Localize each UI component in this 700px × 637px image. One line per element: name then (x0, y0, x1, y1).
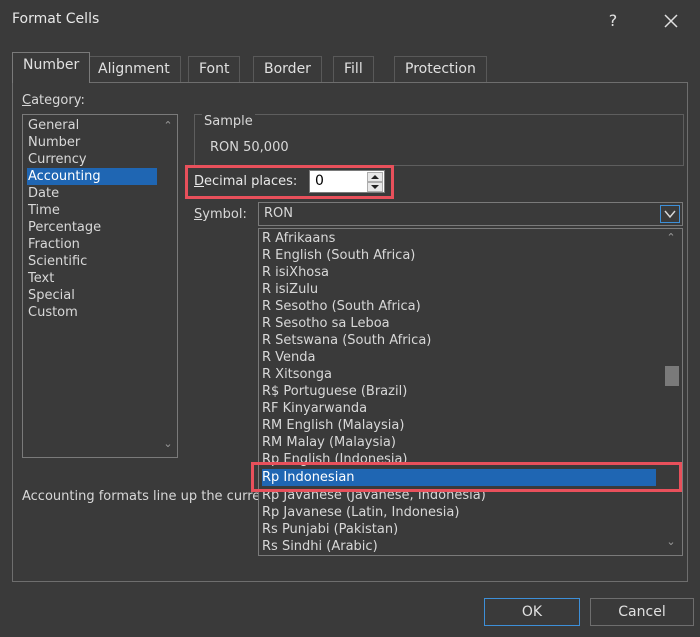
symbol-option[interactable]: RF Kinyarwanda (262, 400, 656, 417)
symbol-option[interactable]: Rs Punjabi (Pakistan) (262, 521, 656, 538)
symbol-option[interactable]: Rp Javanese (Latin, Indonesia) (262, 504, 656, 521)
category-item-currency[interactable]: Currency (27, 151, 157, 168)
symbol-option[interactable]: R Sesotho (South Africa) (262, 298, 656, 315)
chevron-down-icon (664, 210, 676, 219)
tab-alignment[interactable]: Alignment (87, 56, 181, 82)
category-item-percentage[interactable]: Percentage (27, 219, 157, 236)
tab-fill[interactable]: Fill (333, 56, 374, 82)
symbol-option[interactable]: R Sesotho sa Leboa (262, 315, 656, 332)
category-item-date[interactable]: Date (27, 185, 157, 202)
sample-value: RON 50,000 (210, 140, 289, 155)
decimal-places-value[interactable]: 0 (315, 173, 324, 189)
scroll-up-icon[interactable]: ⌃ (159, 119, 177, 132)
selected-symbol-highlight (251, 462, 682, 492)
spin-down-button[interactable] (367, 182, 383, 192)
symbol-option[interactable]: R$ Portuguese (Brazil) (262, 383, 656, 400)
tab-number[interactable]: Number (12, 52, 91, 83)
symbol-option[interactable]: R Xitsonga (262, 366, 656, 383)
scroll-thumb[interactable] (665, 366, 679, 386)
scroll-up-icon[interactable]: ⌃ (662, 231, 680, 244)
symbol-dropdown-list[interactable]: R Afrikaans R English (South Africa) R i… (258, 228, 683, 556)
symbol-dropdown-button[interactable] (660, 205, 680, 223)
symbol-label: Symbol: (194, 207, 247, 222)
symbol-option[interactable]: RM English (Malaysia) (262, 417, 656, 434)
decimal-places-stepper[interactable]: 0 (309, 170, 385, 193)
category-item-accounting[interactable]: Accounting (27, 168, 157, 185)
scroll-down-icon[interactable]: ⌄ (662, 535, 680, 548)
spin-up-button[interactable] (367, 172, 383, 182)
symbol-combobox[interactable]: RON (258, 202, 683, 226)
category-list[interactable]: General Number Currency Accounting Date … (22, 114, 178, 458)
format-cells-dialog: Format Cells ? Number Alignment Font Bor… (0, 0, 700, 637)
tab-font[interactable]: Font (188, 56, 241, 82)
format-description: Accounting formats line up the currency … (22, 489, 258, 504)
triangle-down-icon (371, 185, 379, 189)
cancel-button[interactable]: Cancel (590, 598, 694, 626)
scroll-down-icon[interactable]: ⌄ (159, 437, 177, 450)
window-title: Format Cells (12, 11, 100, 27)
symbol-option[interactable]: R Venda (262, 349, 656, 366)
category-item-fraction[interactable]: Fraction (27, 236, 157, 253)
tab-border[interactable]: Border (253, 56, 322, 82)
category-item-general[interactable]: General (27, 117, 157, 134)
symbol-value: RON (264, 206, 293, 221)
title-bar: Format Cells ? (0, 0, 700, 42)
close-icon (664, 14, 678, 28)
category-item-scientific[interactable]: Scientific (27, 253, 157, 270)
symbol-option[interactable]: RM Malay (Malaysia) (262, 434, 656, 451)
category-scrollbar[interactable]: ⌃ ⌄ (159, 115, 177, 457)
category-item-number[interactable]: Number (27, 134, 157, 151)
symbol-option[interactable]: R isiZulu (262, 281, 656, 298)
triangle-up-icon (371, 175, 379, 179)
help-button[interactable]: ? (598, 8, 628, 34)
category-item-time[interactable]: Time (27, 202, 157, 219)
ok-button[interactable]: OK (484, 598, 580, 626)
category-item-custom[interactable]: Custom (27, 304, 157, 321)
symbol-option[interactable]: R Afrikaans (262, 230, 656, 247)
symbol-option[interactable]: R Setswana (South Africa) (262, 332, 656, 349)
symbol-option[interactable]: R English (South Africa) (262, 247, 656, 264)
symbol-dropdown-scrollbar[interactable]: ⌃ ⌄ (662, 229, 682, 555)
category-label: Category: (22, 93, 85, 108)
tab-protection[interactable]: Protection (394, 56, 487, 82)
symbol-option[interactable]: R isiXhosa (262, 264, 656, 281)
decimal-places-label: Decimal places: (194, 174, 298, 189)
symbol-option[interactable]: Rs Sindhi (Arabic) (262, 538, 656, 555)
close-button[interactable] (656, 8, 686, 34)
sample-label: Sample (202, 114, 255, 129)
category-item-text[interactable]: Text (27, 270, 157, 287)
category-item-special[interactable]: Special (27, 287, 157, 304)
